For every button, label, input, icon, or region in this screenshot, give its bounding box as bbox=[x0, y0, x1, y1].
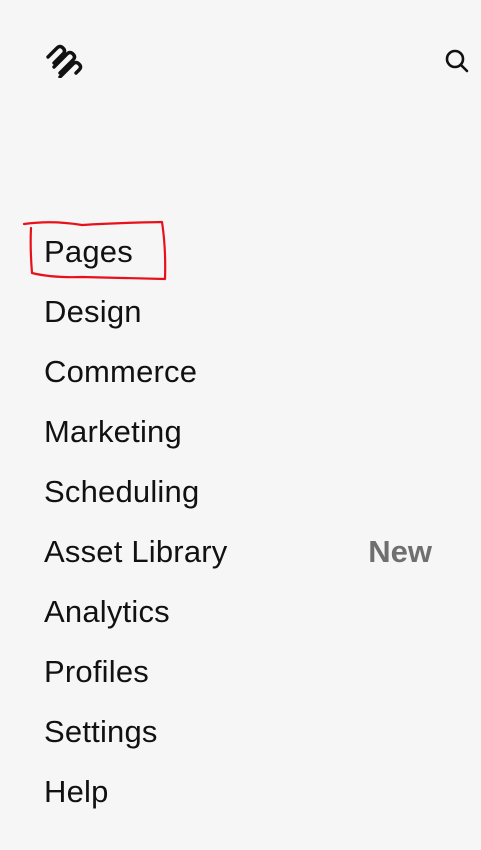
nav-item-label: Marketing bbox=[44, 414, 182, 449]
nav-item-pages[interactable]: Pages bbox=[0, 222, 481, 282]
new-badge: New bbox=[368, 534, 432, 569]
nav-item-profiles[interactable]: Profiles bbox=[0, 642, 481, 702]
nav-item-asset-library[interactable]: Asset Library New bbox=[0, 522, 481, 582]
nav-item-commerce[interactable]: Commerce bbox=[0, 342, 481, 402]
nav-item-design[interactable]: Design bbox=[0, 282, 481, 342]
nav-item-help[interactable]: Help bbox=[0, 762, 481, 822]
nav-item-label: Profiles bbox=[44, 654, 149, 689]
nav-item-label: Scheduling bbox=[44, 474, 200, 509]
nav-item-analytics[interactable]: Analytics bbox=[0, 582, 481, 642]
nav-item-label: Pages bbox=[44, 234, 133, 269]
nav-item-label: Settings bbox=[44, 714, 158, 749]
nav-item-label: Design bbox=[44, 294, 142, 329]
nav-item-label: Asset Library bbox=[44, 534, 228, 569]
main-nav: Pages Design Commerce Marketing Scheduli… bbox=[0, 222, 481, 822]
squarespace-logo-icon[interactable] bbox=[44, 42, 86, 79]
nav-item-scheduling[interactable]: Scheduling bbox=[0, 462, 481, 522]
nav-item-settings[interactable]: Settings bbox=[0, 702, 481, 762]
nav-item-label: Analytics bbox=[44, 594, 170, 629]
nav-item-label: Commerce bbox=[44, 354, 198, 389]
nav-item-label: Help bbox=[44, 774, 109, 809]
nav-item-marketing[interactable]: Marketing bbox=[0, 402, 481, 462]
search-icon[interactable] bbox=[444, 48, 470, 74]
